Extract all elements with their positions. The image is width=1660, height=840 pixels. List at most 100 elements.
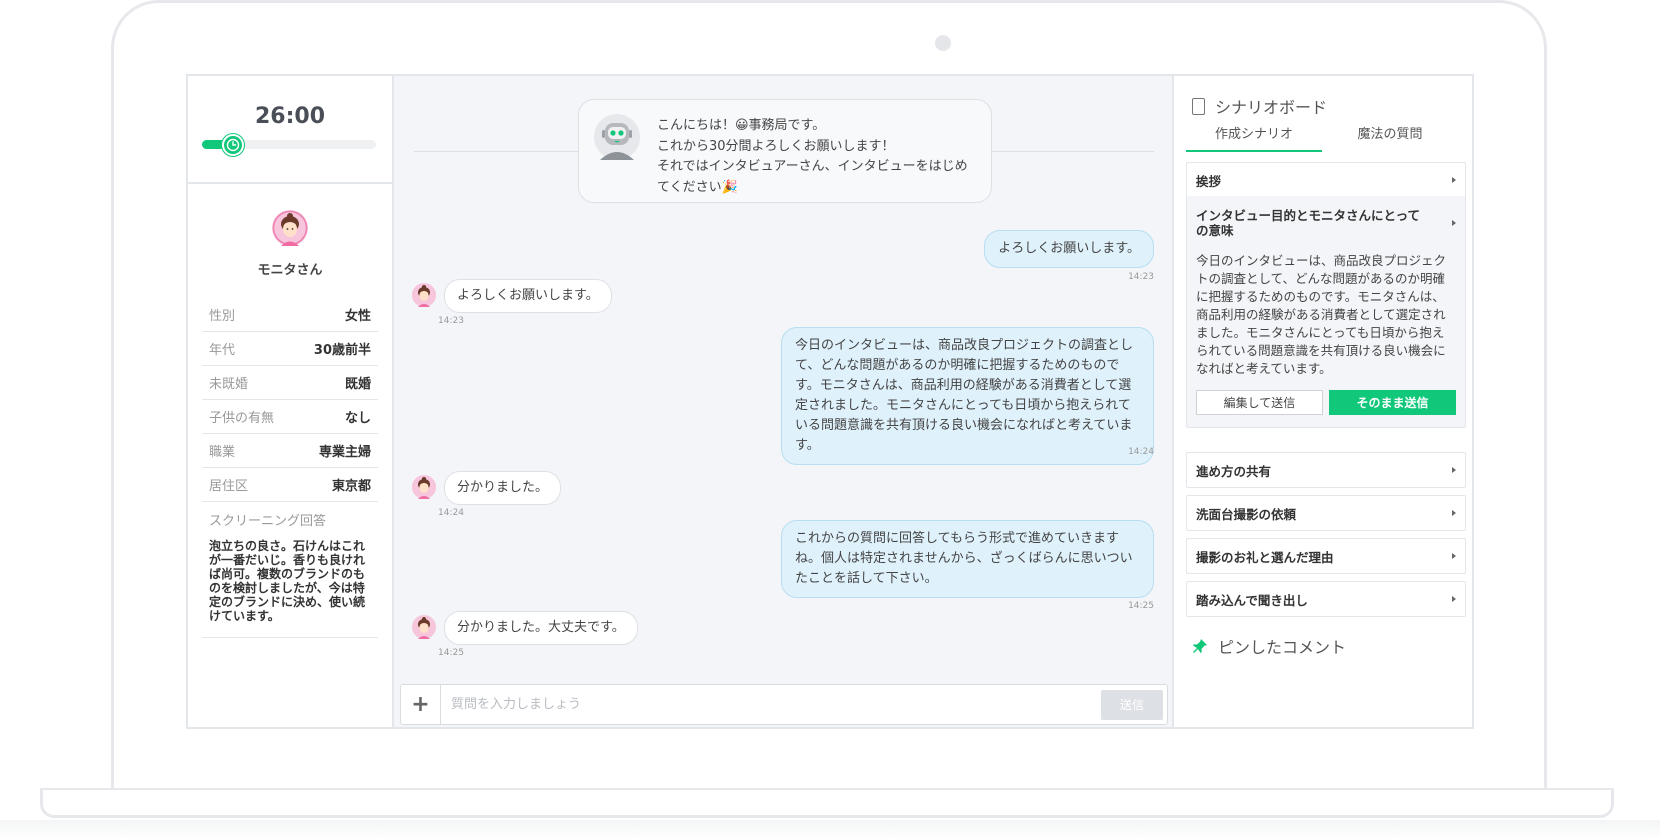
scenario-section-body: 今日のインタビューは、商品改良プロジェクトの調査として、どんな問題があるのか明確… bbox=[1187, 252, 1465, 390]
screening-label: スクリーニング回答 bbox=[209, 514, 327, 529]
scenario-section-header[interactable]: 洗面台撮影の依頼 bbox=[1187, 496, 1465, 530]
scenario-section-header[interactable]: 挨拶 bbox=[1187, 163, 1465, 197]
attribute-row: 子供の有無 なし bbox=[202, 400, 378, 434]
system-message-text: こんにちは！😀事務局です。 これから30分間よろしくお願いします！ それではイン… bbox=[657, 116, 977, 202]
message-composer: + 送信 bbox=[400, 684, 1168, 725]
attribute-row: 年代 30歳前半 bbox=[202, 332, 378, 366]
caret-right-icon bbox=[1452, 467, 1456, 473]
tab-magic-questions[interactable]: 魔法の質問 bbox=[1322, 123, 1458, 152]
avatar bbox=[412, 475, 436, 499]
pinned-comments-title: ピンしたコメント bbox=[1218, 638, 1347, 657]
message-time: 14:25 bbox=[1128, 601, 1154, 611]
scenario-section[interactable]: 洗面台撮影の依頼 bbox=[1186, 495, 1466, 531]
app-screen: 26:00 モニタさん 性別 女性 年代 30歳前半 未既婚 既婚 子供の有無 … bbox=[186, 74, 1474, 729]
scenario-section[interactable]: 進め方の共有 bbox=[1186, 452, 1466, 488]
scenario-section-expanded[interactable]: インタビュー目的とモニタさんにとっての意味 今日のインタビューは、商品改良プロジ… bbox=[1186, 196, 1466, 428]
attribute-value: 既婚 bbox=[344, 377, 371, 392]
caret-right-icon bbox=[1452, 553, 1456, 559]
laptop-shadow bbox=[0, 820, 1660, 840]
profile-name: モニタさん bbox=[257, 263, 323, 278]
attribute-value: 専業主婦 bbox=[318, 445, 371, 460]
chat-panel: こんにちは！😀事務局です。 これから30分間よろしくお願いします！ それではイン… bbox=[394, 76, 1172, 727]
scenario-board-header: シナリオボード bbox=[1192, 94, 1327, 118]
scenario-section[interactable]: 挨拶 bbox=[1186, 162, 1466, 198]
scenario-section[interactable]: 撮影のお礼と選んだ理由 bbox=[1186, 538, 1466, 574]
message-time: 14:23 bbox=[438, 316, 464, 326]
attribute-value: なし bbox=[344, 411, 371, 426]
scenario-section-header[interactable]: 撮影のお礼と選んだ理由 bbox=[1187, 539, 1465, 573]
attribute-list: 性別 女性 年代 30歳前半 未既婚 既婚 子供の有無 なし 職業 専業主婦 居… bbox=[202, 298, 378, 502]
scenario-section-title: 踏み込んで聞き出し bbox=[1196, 592, 1308, 608]
chat-message-incoming: 分かりました。大丈夫です。 bbox=[412, 611, 638, 645]
scenario-section-title: 挨拶 bbox=[1196, 173, 1222, 189]
camera-dot bbox=[935, 35, 951, 51]
scenario-section-header[interactable]: 進め方の共有 bbox=[1187, 453, 1465, 487]
plus-icon[interactable]: + bbox=[401, 685, 441, 724]
send-as-is-button[interactable]: そのまま送信 bbox=[1329, 390, 1456, 415]
caret-right-icon bbox=[1452, 510, 1456, 516]
clock-icon bbox=[227, 138, 240, 152]
chat-message-incoming: 分かりました。 bbox=[412, 471, 562, 505]
timer-knob[interactable] bbox=[222, 134, 245, 156]
message-bubble: これからの質問に回答してもらう形式で進めていきますね。個人は特定されませんから、… bbox=[781, 520, 1154, 598]
system-line: こんにちは！😀事務局です。 bbox=[657, 118, 826, 133]
caret-right-icon bbox=[1452, 220, 1456, 226]
message-time: 14:23 bbox=[1128, 272, 1154, 282]
attribute-value: 東京都 bbox=[331, 479, 371, 494]
pin-icon bbox=[1193, 639, 1207, 653]
attribute-label: 職業 bbox=[209, 445, 236, 460]
timer-block: 26:00 bbox=[188, 76, 392, 184]
system-line: これから30分間よろしくお願いします！ bbox=[657, 138, 895, 154]
scenario-board-panel: シナリオボード 作成シナリオ 魔法の質問 挨拶 インタビュー目的とモニタさんにと… bbox=[1172, 76, 1472, 727]
scenario-section-title: 進め方の共有 bbox=[1196, 463, 1272, 479]
scenario-actions: 編集して送信 そのまま送信 bbox=[1187, 390, 1465, 427]
scenario-section[interactable]: 踏み込んで聞き出し bbox=[1186, 581, 1466, 617]
question-input[interactable] bbox=[441, 685, 1101, 724]
scenario-tabs: 作成シナリオ 魔法の質問 bbox=[1186, 123, 1458, 152]
scenario-section-title: 撮影のお礼と選んだ理由 bbox=[1196, 549, 1334, 565]
attribute-row: 性別 女性 bbox=[202, 298, 378, 332]
edit-and-send-button[interactable]: 編集して送信 bbox=[1196, 390, 1323, 415]
message-time: 14:24 bbox=[438, 508, 464, 518]
chat-message-incoming: よろしくお願いします。 bbox=[412, 279, 612, 313]
profile-card: モニタさん bbox=[188, 184, 392, 278]
message-bubble: よろしくお願いします。 bbox=[984, 230, 1154, 268]
chat-message-outgoing: これからの質問に回答してもらう形式で進めていきますね。個人は特定されませんから、… bbox=[781, 520, 1154, 611]
avatar bbox=[272, 210, 308, 246]
caret-right-icon bbox=[1452, 177, 1456, 183]
attribute-label: 年代 bbox=[209, 343, 236, 358]
message-time: 14:25 bbox=[438, 648, 464, 658]
scenario-section-title: 洗面台撮影の依頼 bbox=[1196, 506, 1297, 522]
document-icon bbox=[1192, 97, 1205, 115]
attribute-label: 性別 bbox=[209, 309, 236, 324]
attribute-label: 居住区 bbox=[209, 479, 249, 494]
attribute-row: 未既婚 既婚 bbox=[202, 366, 378, 400]
attribute-value: 女性 bbox=[344, 309, 371, 324]
bot-avatar bbox=[594, 114, 640, 160]
timer-label: 26:00 bbox=[254, 104, 326, 129]
send-button[interactable]: 送信 bbox=[1101, 689, 1163, 720]
scenario-section-title: インタビュー目的とモニタさんにとっての意味 bbox=[1196, 208, 1421, 238]
chat-message-outgoing: よろしくお願いします。 14:23 bbox=[984, 230, 1154, 282]
message-bubble: よろしくお願いします。 bbox=[444, 279, 612, 313]
screening-answer: 泡立ちの良さ。石けんはこれが一番だいじ。香りも良ければ尚可。複数のブランドのもの… bbox=[202, 539, 378, 638]
tab-created-scenario[interactable]: 作成シナリオ bbox=[1186, 123, 1322, 152]
profile-panel: 26:00 モニタさん 性別 女性 年代 30歳前半 未既婚 既婚 子供の有無 … bbox=[188, 76, 394, 727]
attribute-row: 居住区 東京都 bbox=[202, 468, 378, 502]
message-bubble: 今日のインタビューは、商品改良プロジェクトの調査として、どんな問題があるのか明確… bbox=[781, 327, 1154, 465]
laptop-base bbox=[40, 788, 1614, 818]
message-time: 14:24 bbox=[1128, 447, 1154, 457]
attribute-row: 職業 専業主婦 bbox=[202, 434, 378, 468]
scenario-section-header[interactable]: インタビュー目的とモニタさんにとっての意味 bbox=[1187, 196, 1465, 252]
scenario-section-header[interactable]: 踏み込んで聞き出し bbox=[1187, 582, 1465, 616]
system-message: こんにちは！😀事務局です。 これから30分間よろしくお願いします！ それではイン… bbox=[578, 99, 992, 203]
message-bubble: 分かりました。大丈夫です。 bbox=[444, 611, 638, 645]
pinned-comments-header[interactable]: ピンしたコメント bbox=[1192, 634, 1346, 658]
attribute-value: 30歳前半 bbox=[313, 343, 371, 358]
scenario-board-title: シナリオボード bbox=[1215, 98, 1328, 117]
attribute-label: 子供の有無 bbox=[209, 411, 275, 426]
message-bubble: 分かりました。 bbox=[444, 471, 562, 505]
system-line: それではインタビュアーさん、インタビューをはじめてください🎉 bbox=[657, 159, 968, 195]
caret-right-icon bbox=[1452, 596, 1456, 602]
timer-progress-track bbox=[202, 134, 376, 156]
